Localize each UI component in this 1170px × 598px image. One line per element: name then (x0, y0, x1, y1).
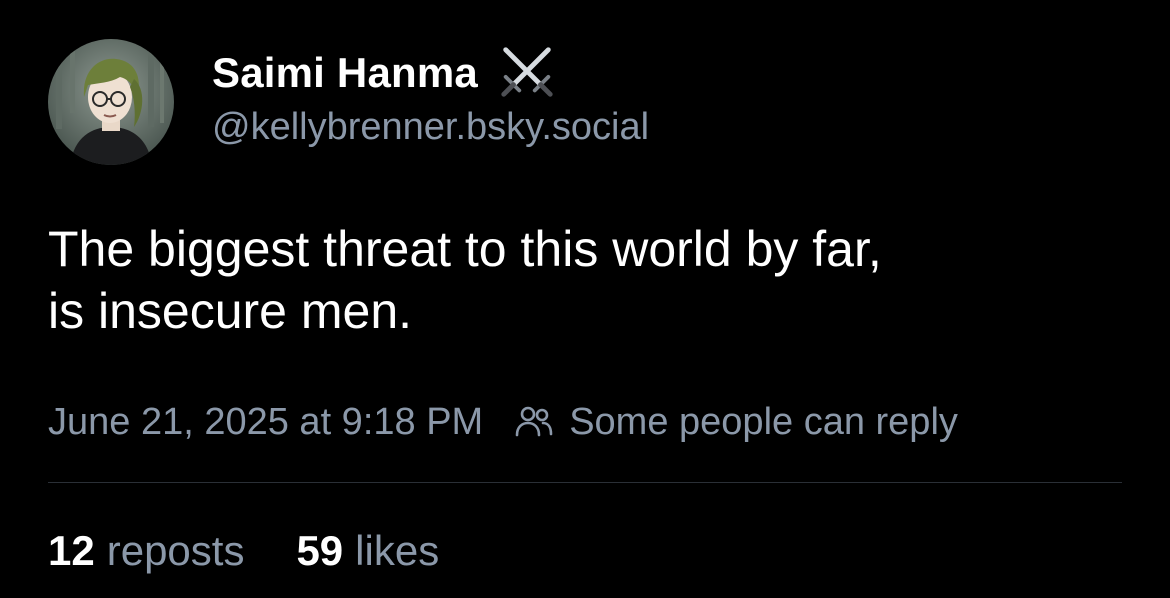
likes-stat[interactable]: 59 likes (296, 527, 439, 575)
likes-count: 59 (296, 527, 344, 574)
author-handle[interactable]: @kellybrenner.bsky.social (212, 106, 649, 149)
post-timestamp[interactable]: June 21, 2025 at 9:18 PM (48, 401, 483, 444)
post-detail: Saimi Hanma @kellybrenner.bsky.social Th… (0, 0, 1170, 598)
reply-setting[interactable]: Some people can reply (513, 401, 958, 444)
reposts-stat[interactable]: 12 reposts (48, 527, 244, 575)
reposts-label: reposts (106, 527, 245, 574)
display-name-row: Saimi Hanma (212, 44, 649, 102)
people-icon (513, 401, 555, 443)
post-text: The biggest threat to this world by far,… (48, 221, 882, 339)
crossed-swords-icon (496, 42, 558, 104)
avatar-illustration (48, 39, 174, 165)
avatar[interactable] (48, 39, 174, 165)
divider (48, 482, 1122, 483)
display-name[interactable]: Saimi Hanma (212, 49, 478, 97)
post-meta: June 21, 2025 at 9:18 PM Some people can… (48, 396, 958, 448)
reply-setting-label: Some people can reply (569, 400, 958, 443)
author-info: Saimi Hanma @kellybrenner.bsky.social (212, 44, 649, 149)
post-stats: 12 reposts 59 likes (48, 524, 439, 578)
likes-label: likes (355, 527, 440, 574)
reposts-count: 12 (48, 527, 95, 574)
